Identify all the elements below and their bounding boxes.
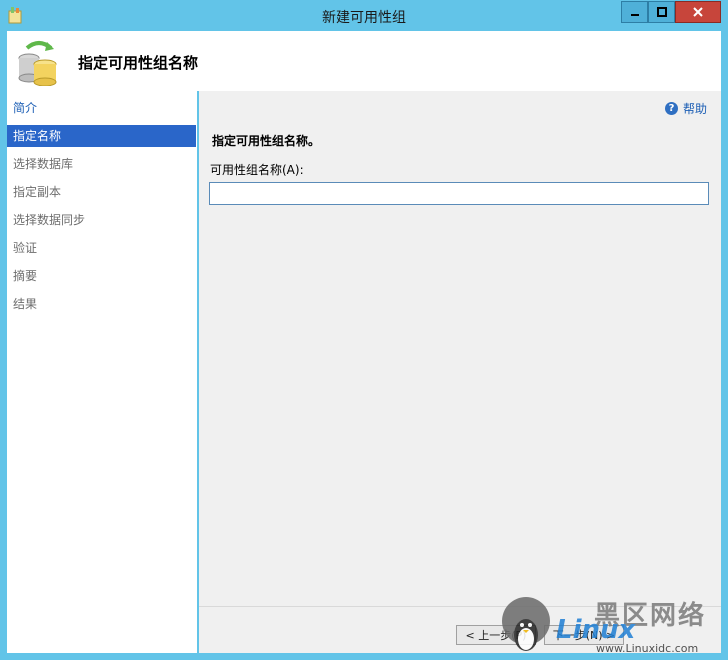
watermark: 黑区网络 Linux www.Linuxidc.com	[496, 595, 728, 660]
wizard-content: ? 帮助 指定可用性组名称。 可用性组名称(A): < 上一步(P) 下一步(N…	[199, 91, 721, 653]
page-title: 指定可用性组名称	[78, 54, 199, 72]
nav-item-select-databases: 选择数据库	[13, 157, 74, 171]
watermark-brand: Linux	[556, 615, 636, 645]
nav-item-summary: 摘要	[13, 269, 38, 283]
minimize-button[interactable]	[621, 1, 648, 23]
nav-item-specify-name[interactable]: 指定名称	[7, 125, 196, 147]
wizard-header: 指定可用性组名称	[7, 31, 721, 91]
help-link[interactable]: ? 帮助	[664, 100, 707, 117]
watermark-mascot-icon	[502, 597, 550, 651]
nav-item-specify-replicas: 指定副本	[13, 185, 62, 199]
window-title: 新建可用性组	[322, 10, 406, 26]
wizard-window: 新建可用性组 指定可用性组名称 简介 指定名称 选择数据库 指定副本 选择数据同…	[0, 0, 728, 660]
close-button[interactable]	[675, 1, 721, 23]
title-bar[interactable]: 新建可用性组	[0, 0, 728, 31]
maximize-icon	[656, 7, 667, 17]
nav-item-introduction[interactable]: 简介	[7, 97, 196, 119]
nav-item-data-sync: 选择数据同步	[13, 213, 86, 227]
help-icon: ?	[664, 102, 678, 115]
maximize-button[interactable]	[648, 1, 675, 23]
nav-item-results: 结果	[13, 297, 38, 311]
nav-item-validation: 验证	[13, 241, 38, 255]
database-availability-icon	[18, 41, 57, 86]
wizard-nav: 简介 指定名称 选择数据库 指定副本 选择数据同步 验证 摘要 结果	[7, 91, 197, 653]
group-name-label: 可用性组名称(A):	[210, 163, 304, 177]
group-name-input[interactable]	[209, 182, 709, 205]
close-icon	[693, 7, 703, 17]
watermark-url: www.Linuxidc.com	[596, 642, 699, 655]
section-title: 指定可用性组名称。	[212, 134, 321, 148]
minimize-icon	[630, 14, 639, 16]
help-label: 帮助	[682, 102, 707, 116]
